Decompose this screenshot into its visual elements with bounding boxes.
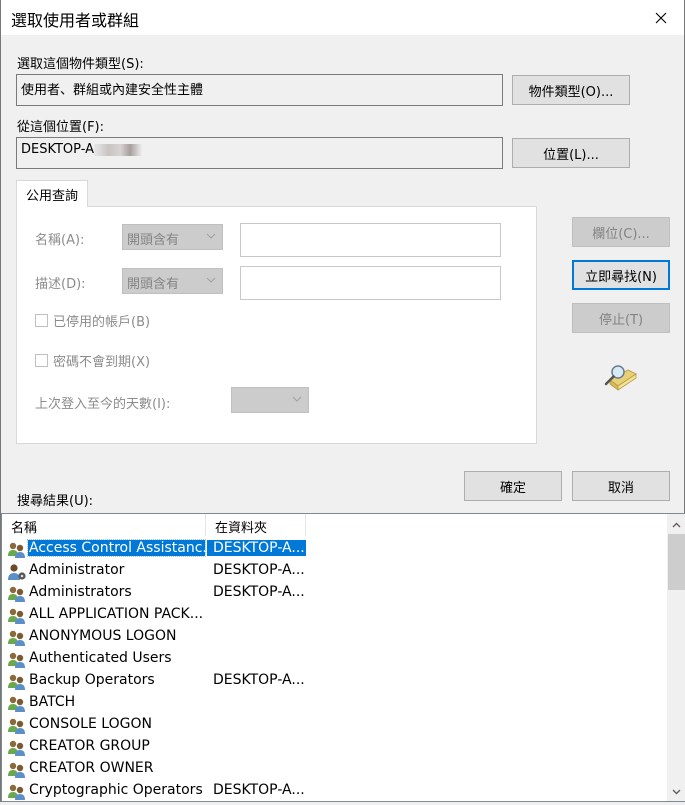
close-icon [655,12,667,23]
group-icon [7,717,27,735]
group-icon [7,607,27,625]
name-match-select[interactable]: 開頭含有 [122,224,223,250]
non-expiring-password-checkbox[interactable] [35,354,48,367]
name-label: 名稱(A): [35,233,85,248]
vertical-scrollbar[interactable] [667,514,685,801]
item-name: CREATOR OWNER [29,760,154,776]
location-value: DESKTOP-A [21,142,95,157]
chevron-down-icon [206,277,216,283]
locations-button[interactable]: 位置(L)... [512,138,630,168]
description-match-value: 開頭含有 [127,277,180,292]
scroll-thumb[interactable] [668,534,685,590]
days-since-logon-label: 上次登入至今的天數(I): [35,397,171,412]
item-name: ANONYMOUS LOGON [29,628,177,644]
chevron-down-icon [672,789,680,795]
column-header-name[interactable]: 名稱 [2,514,206,536]
location-field: DESKTOP-A [16,137,503,169]
non-expiring-password-label: 密碼不會到期(X) [53,355,151,370]
group-icon [7,651,27,669]
search-animation-icon [604,365,637,391]
group-icon [7,541,27,559]
group-icon [7,783,27,801]
group-icon [7,629,27,647]
list-item[interactable]: Backup Operators DESKTOP-A... [7,671,307,692]
cancel-button[interactable]: 取消 [572,471,670,501]
disabled-accounts-label: 已停用的帳戶(B) [53,315,151,330]
item-folder: DESKTOP-A... [213,562,305,578]
close-button[interactable] [638,0,684,35]
item-name: Access Control Assistanc... [27,539,206,557]
list-item[interactable]: CONSOLE LOGON [7,715,307,736]
group-icon [7,585,27,603]
list-item[interactable]: BATCH [7,693,307,714]
redacted-blur [94,143,143,156]
object-type-field: 使用者、群組或內建安全性主體 [16,74,503,106]
description-match-select[interactable]: 開頭含有 [122,268,223,294]
description-label: 描述(D): [35,277,86,292]
chevron-down-icon [292,396,302,402]
title-bar: 選取使用者或群組 [1,0,684,35]
group-icon [7,739,27,757]
description-input[interactable] [240,266,501,300]
item-folder: DESKTOP-A... [213,782,305,798]
item-name: ALL APPLICATION PACK... [29,606,204,622]
item-name: Administrator [29,562,125,578]
name-input[interactable] [240,223,501,257]
item-name: CONSOLE LOGON [29,716,152,732]
scroll-down-button[interactable] [667,783,685,801]
list-item[interactable]: CREATOR GROUP [7,737,307,758]
find-now-button[interactable]: 立即尋找(N) [572,260,670,290]
group-icon [7,761,27,779]
group-icon [7,695,27,713]
chevron-down-icon [206,233,216,239]
item-folder: DESKTOP-A... [213,672,305,688]
location-label: 從這個位置(F): [17,120,105,135]
object-types-button[interactable]: 物件類型(O)... [512,75,630,105]
item-name: Authenticated Users [29,650,172,666]
list-item[interactable]: Cryptographic Operators DESKTOP-A... [7,781,307,802]
list-item[interactable]: ANONYMOUS LOGON [7,627,307,648]
item-name: BATCH [29,694,76,710]
column-header-folder[interactable]: 在資料夾 [206,514,306,536]
item-name: Backup Operators [29,672,155,688]
list-header: 名稱 在資料夾 [2,514,664,536]
user-icon [7,563,27,581]
name-match-value: 開頭含有 [127,233,180,248]
item-folder: DESKTOP-A... [207,540,306,556]
scroll-up-button[interactable] [667,516,685,534]
columns-button[interactable]: 欄位(C)... [572,217,670,247]
list-item[interactable]: Authenticated Users [7,649,307,670]
search-results-label: 搜尋結果(U): [17,494,94,509]
dialog-title: 選取使用者或群組 [11,11,140,30]
common-queries-panel: 名稱(A): 開頭含有 描述(D): 開頭含有 已停用的帳戶(B) 密碼不會到期… [16,206,537,444]
disabled-accounts-checkbox[interactable] [35,314,48,327]
item-name: Administrators [29,584,132,600]
search-results-list[interactable]: 名稱 在資料夾 Access Control Assistanc... DESKT… [1,513,685,802]
group-icon [7,673,27,691]
list-item[interactable]: ALL APPLICATION PACK... [7,605,307,626]
object-type-label: 選取這個物件類型(S): [17,57,144,72]
stop-button[interactable]: 停止(T) [572,303,670,333]
select-users-dialog: 選取使用者或群組 選取這個物件類型(S): 使用者、群組或內建安全性主體 物件類… [0,0,685,802]
list-item[interactable]: Administrators DESKTOP-A... [7,583,307,604]
list-item[interactable]: Access Control Assistanc... DESKTOP-A... [7,539,307,560]
tab-common-queries[interactable]: 公用查詢 [16,180,88,207]
item-folder: DESKTOP-A... [213,584,305,600]
days-since-logon-select[interactable] [231,387,309,413]
list-item[interactable]: CREATOR OWNER [7,759,307,780]
list-item[interactable]: Administrator DESKTOP-A... [7,561,307,582]
ok-button[interactable]: 確定 [464,471,562,501]
item-name: CREATOR GROUP [29,738,150,754]
item-name: Cryptographic Operators [29,782,203,798]
chevron-up-icon [672,522,680,528]
